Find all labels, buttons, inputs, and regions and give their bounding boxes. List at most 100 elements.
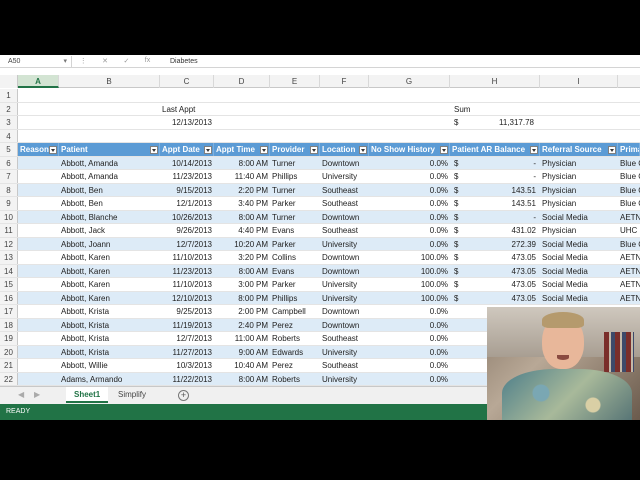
- cell-patient[interactable]: Abbott, Willie: [59, 359, 160, 372]
- cell-primary[interactable]: AETNA: [618, 211, 640, 224]
- filter-dropdown-icon[interactable]: [608, 146, 616, 154]
- row-number[interactable]: 7: [0, 170, 18, 183]
- row-number[interactable]: 18: [0, 318, 18, 331]
- formula-input[interactable]: Diabetes: [158, 58, 198, 65]
- cell-no-show-history[interactable]: 100.0%: [369, 265, 450, 278]
- cell-no-show-history[interactable]: 0.0%: [369, 224, 450, 237]
- cell-referral-source[interactable]: Physician: [540, 170, 618, 183]
- cell-appt-date[interactable]: 11/22/2013: [160, 373, 214, 386]
- row-number[interactable]: 17: [0, 305, 18, 318]
- header-provider[interactable]: Provider: [270, 143, 320, 156]
- cell-appt-time[interactable]: 11:00 AM: [214, 332, 270, 345]
- tab-sheet1[interactable]: Sheet1: [66, 387, 109, 403]
- cell-reason[interactable]: [18, 238, 59, 251]
- cell-currency[interactable]: $: [452, 184, 466, 197]
- row-number[interactable]: 2: [0, 102, 18, 115]
- cell-location[interactable]: Southeast: [320, 332, 369, 345]
- cell-no-show-history[interactable]: 0.0%: [369, 197, 450, 210]
- filter-dropdown-icon[interactable]: [204, 146, 212, 154]
- cell-no-show-history[interactable]: 0.0%: [369, 184, 450, 197]
- cell-appt-time[interactable]: 2:00 PM: [214, 305, 270, 318]
- cell-appt-date[interactable]: 11/19/2013: [160, 319, 214, 332]
- cell-no-show-history[interactable]: 100.0%: [369, 278, 450, 291]
- header-appt-date[interactable]: Appt Date: [160, 143, 214, 156]
- cell-currency[interactable]: $: [452, 157, 466, 170]
- cell-location[interactable]: University: [320, 346, 369, 359]
- header-primary[interactable]: Prima: [618, 143, 640, 156]
- row-number[interactable]: 3: [0, 116, 18, 129]
- header-appt-time[interactable]: Appt Time: [214, 143, 270, 156]
- header-reason[interactable]: Reason: [18, 143, 59, 156]
- cell-provider[interactable]: Roberts: [270, 332, 320, 345]
- cell-ar-balance[interactable]: 473.05: [466, 292, 538, 305]
- filter-dropdown-icon[interactable]: [49, 146, 57, 154]
- column-header-g[interactable]: G: [369, 75, 450, 88]
- tab-simplify[interactable]: Simplify: [110, 387, 154, 403]
- cell-reason[interactable]: [18, 197, 59, 210]
- filter-dropdown-icon[interactable]: [530, 146, 538, 154]
- cell-reason[interactable]: [18, 373, 59, 386]
- function-icon[interactable]: fx: [145, 57, 150, 65]
- header-referral-source[interactable]: Referral Source: [540, 143, 618, 156]
- cell-referral-source[interactable]: Social Media: [540, 211, 618, 224]
- cell-location[interactable]: Southeast: [320, 184, 369, 197]
- cell-provider[interactable]: Parker: [270, 278, 320, 291]
- row-number[interactable]: 11: [0, 224, 18, 237]
- cell-appt-time[interactable]: 10:20 AM: [214, 238, 270, 251]
- cell-appt-time[interactable]: 9:00 AM: [214, 346, 270, 359]
- last-appt-label[interactable]: Last Appt: [160, 103, 220, 116]
- cell-patient[interactable]: Abbott, Joann: [59, 238, 160, 251]
- more-icon[interactable]: ⋮: [80, 57, 87, 65]
- cell-ar-balance[interactable]: 143.51: [466, 197, 538, 210]
- cell-location[interactable]: University: [320, 292, 369, 305]
- cell-appt-date[interactable]: 9/26/2013: [160, 224, 214, 237]
- cell-referral-source[interactable]: Physician: [540, 184, 618, 197]
- cell-location[interactable]: Southeast: [320, 359, 369, 372]
- cell-appt-date[interactable]: 12/7/2013: [160, 332, 214, 345]
- row-number[interactable]: 15: [0, 278, 18, 291]
- cell-provider[interactable]: Phillips: [270, 170, 320, 183]
- cell-no-show-history[interactable]: 0.0%: [369, 319, 450, 332]
- header-patient[interactable]: Patient: [59, 143, 160, 156]
- filter-dropdown-icon[interactable]: [150, 146, 158, 154]
- cell-appt-time[interactable]: 10:40 AM: [214, 359, 270, 372]
- cell-appt-time[interactable]: 2:20 PM: [214, 184, 270, 197]
- cell-provider[interactable]: Parker: [270, 238, 320, 251]
- cell-no-show-history[interactable]: 0.0%: [369, 305, 450, 318]
- cell-no-show-history[interactable]: 0.0%: [369, 346, 450, 359]
- cell-currency[interactable]: [452, 305, 466, 318]
- cell-reason[interactable]: [18, 224, 59, 237]
- cell-provider[interactable]: Edwards: [270, 346, 320, 359]
- cell-location[interactable]: University: [320, 238, 369, 251]
- cell-provider[interactable]: Perez: [270, 359, 320, 372]
- filter-dropdown-icon[interactable]: [260, 146, 268, 154]
- cell-location[interactable]: Downtown: [320, 211, 369, 224]
- cell-reason[interactable]: [18, 332, 59, 345]
- cell-primary[interactable]: AETNA: [618, 278, 640, 291]
- cell-no-show-history[interactable]: 100.0%: [369, 251, 450, 264]
- cell-appt-date[interactable]: 11/10/2013: [160, 251, 214, 264]
- cell-reason[interactable]: [18, 211, 59, 224]
- row-number[interactable]: 19: [0, 332, 18, 345]
- cell-ar-balance[interactable]: 473.05: [466, 251, 538, 264]
- cell-ar-balance[interactable]: 431.02: [466, 224, 538, 237]
- cell-reason[interactable]: [18, 278, 59, 291]
- cell-provider[interactable]: Turner: [270, 184, 320, 197]
- row-number[interactable]: 22: [0, 372, 18, 385]
- name-box[interactable]: A50 ▾: [0, 55, 72, 67]
- cell-currency[interactable]: $: [452, 170, 466, 183]
- cell-provider[interactable]: Turner: [270, 211, 320, 224]
- cell-location[interactable]: Southeast: [320, 224, 369, 237]
- cell-appt-time[interactable]: 2:40 PM: [214, 319, 270, 332]
- filter-dropdown-icon[interactable]: [310, 146, 318, 154]
- cell-location[interactable]: Downtown: [320, 251, 369, 264]
- cell-patient[interactable]: Abbott, Ben: [59, 197, 160, 210]
- cell-appt-date[interactable]: 9/15/2013: [160, 184, 214, 197]
- last-appt-value[interactable]: 12/13/2013: [160, 116, 214, 129]
- cell-no-show-history[interactable]: 0.0%: [369, 359, 450, 372]
- cell-patient[interactable]: Adams, Armando: [59, 373, 160, 386]
- add-sheet-icon[interactable]: +: [178, 390, 189, 401]
- cell-patient[interactable]: Abbott, Karen: [59, 278, 160, 291]
- cell-currency[interactable]: [452, 332, 466, 345]
- cell-no-show-history[interactable]: 0.0%: [369, 373, 450, 386]
